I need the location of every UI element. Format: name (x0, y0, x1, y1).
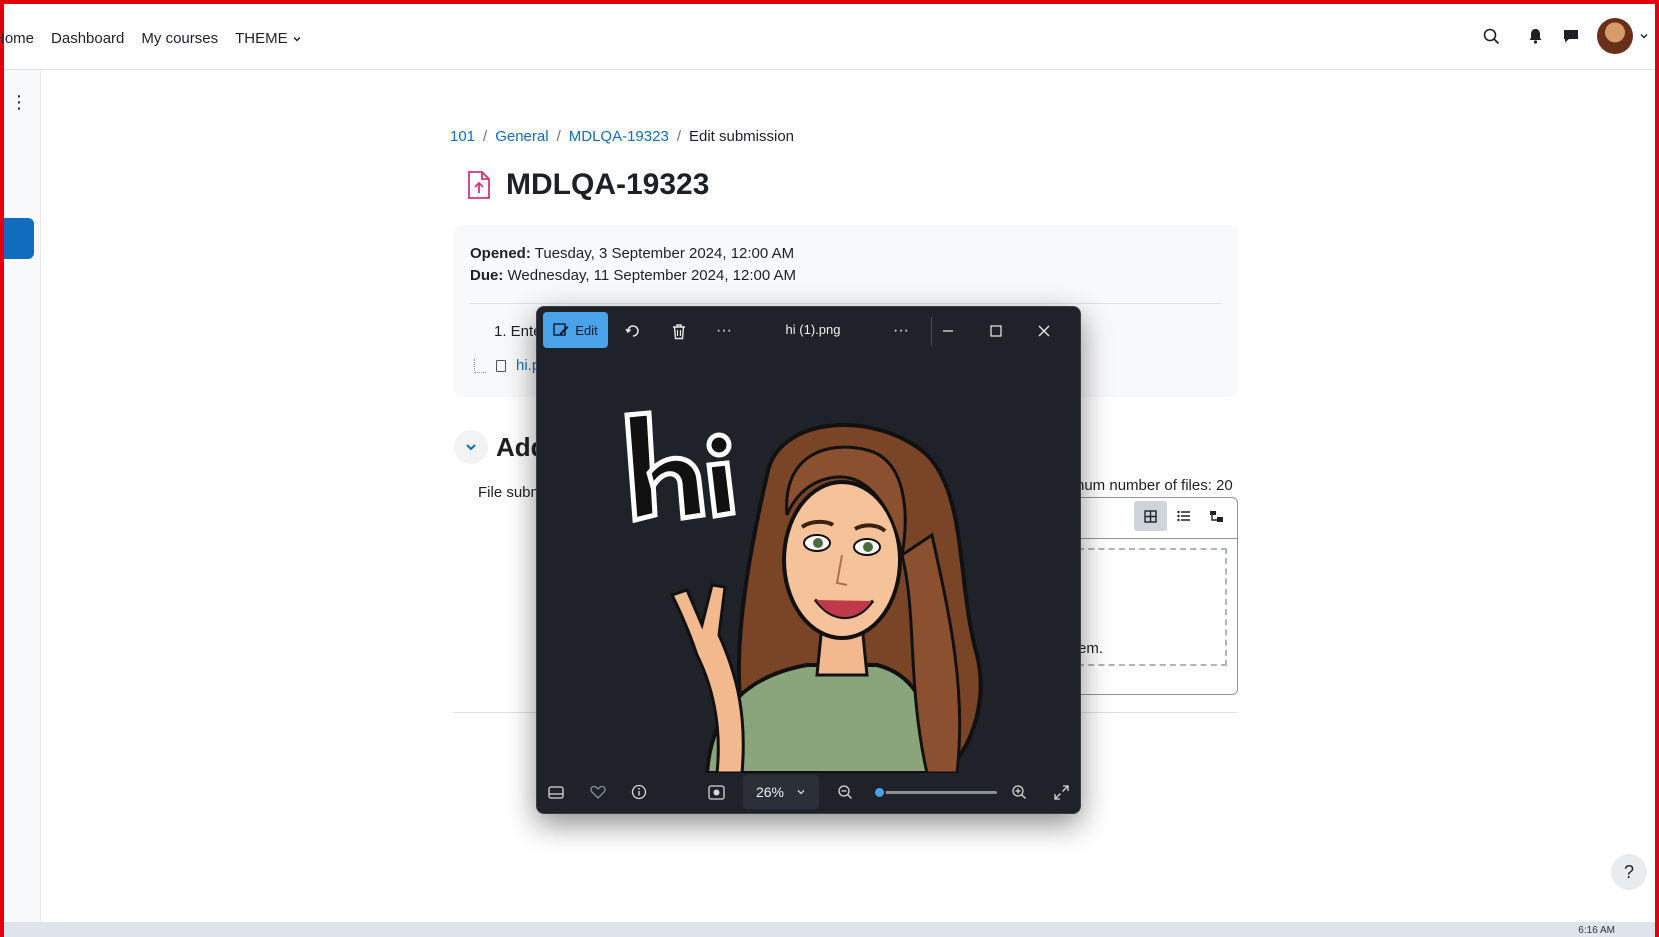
more-options-icon[interactable]: ··· (708, 315, 740, 347)
file-drop-zone[interactable]: em. (1078, 548, 1227, 666)
tree-connector (474, 358, 486, 373)
grid-view-icon[interactable] (1134, 501, 1167, 531)
collapse-section-button[interactable] (454, 430, 488, 464)
list-view-icon[interactable] (1167, 501, 1200, 531)
breadcrumb-separator: / (556, 128, 561, 145)
page-header: MDLQA-19323 (466, 168, 709, 202)
nav-theme[interactable]: THEME (235, 30, 302, 47)
bell-icon[interactable] (1517, 18, 1553, 54)
search-icon[interactable] (1473, 18, 1509, 54)
due-label: Due: (470, 267, 504, 284)
zoom-out-icon[interactable] (830, 777, 860, 807)
breadcrumb-activity[interactable]: MDLQA-19323 (569, 128, 669, 145)
nav-dashboard[interactable]: Dashboard (51, 30, 124, 47)
course-index-drawer: ⋮ (4, 70, 41, 926)
opened-label: Opened: (470, 245, 531, 262)
chat-icon[interactable] (1553, 18, 1589, 54)
zoom-slider-thumb[interactable] (873, 786, 886, 799)
divider (470, 303, 1222, 304)
divider (1078, 538, 1237, 539)
breadcrumb-separator: / (483, 128, 488, 145)
upload-file-icon (468, 171, 490, 199)
edit-button[interactable]: Edit (543, 312, 608, 348)
hi-lettering-artwork (624, 410, 736, 524)
drop-zone-text: em. (1078, 640, 1104, 657)
file-submissions-label: File subm (478, 484, 544, 501)
breadcrumb: 101 / General / MDLQA-19323 / Edit submi… (450, 128, 794, 145)
filmstrip-icon[interactable] (541, 777, 571, 807)
os-taskbar: 6:16 AM (4, 922, 1655, 937)
actual-size-icon[interactable] (701, 777, 731, 807)
section-header: Add (454, 430, 547, 464)
chevron-down-icon (797, 790, 805, 795)
favorite-icon[interactable] (583, 777, 613, 807)
drawer-toggle-button[interactable] (4, 218, 34, 259)
nav-home[interactable]: Home (0, 30, 34, 47)
fullscreen-icon[interactable] (1046, 777, 1076, 807)
rotate-icon[interactable] (617, 315, 649, 347)
help-icon[interactable]: ? (1611, 854, 1647, 890)
info-icon[interactable] (624, 777, 654, 807)
zoom-in-icon[interactable] (1004, 777, 1034, 807)
edit-image-icon (553, 323, 569, 336)
user-navigation (1473, 18, 1655, 54)
zoom-level-dropdown[interactable]: 26% (743, 775, 819, 809)
breadcrumb-course[interactable]: 101 (450, 128, 475, 145)
instruction-text: 1. Ente (494, 323, 542, 340)
delete-icon[interactable] (663, 315, 695, 347)
edit-button-label: Edit (575, 322, 598, 338)
top-navbar: Home Dashboard My courses THEME (0, 4, 1655, 70)
taskbar-clock: 6:16 AM (1578, 925, 1615, 936)
chevron-down-icon (466, 444, 476, 451)
breadcrumb-separator: / (676, 128, 681, 145)
opened-value: Tuesday, 3 September 2024, 12:00 AM (534, 245, 795, 262)
zoom-slider[interactable] (873, 786, 997, 799)
displayed-image (624, 410, 983, 775)
viewer-bottom-toolbar: 26% (537, 771, 1080, 813)
file-manager: em. (1078, 497, 1238, 695)
page-title: MDLQA-19323 (506, 168, 710, 201)
opened-date: Opened: Tuesday, 3 September 2024, 12:00… (470, 245, 794, 262)
kebab-icon[interactable]: ⋮ (10, 92, 28, 113)
max-files-note: num number of files: 20 (1076, 477, 1233, 494)
zoom-level-value: 26% (755, 784, 785, 800)
image-filename: hi (1).png (785, 322, 841, 337)
nav-theme-label: THEME (235, 30, 288, 47)
chevron-down-icon (293, 36, 301, 41)
image-canvas[interactable] (537, 355, 1080, 775)
nav-my-courses[interactable]: My courses (141, 30, 218, 47)
photo-viewer-window: Edit ··· hi (1).png ··· 26% (536, 306, 1081, 814)
attachment-link[interactable]: hi.p (474, 357, 540, 374)
maximize-icon[interactable] (980, 315, 1012, 347)
breadcrumb-section[interactable]: General (495, 128, 548, 145)
primary-navigation: Home Dashboard My courses THEME (0, 30, 302, 47)
close-icon[interactable] (1028, 315, 1060, 347)
avatar-chevron-down-icon[interactable] (1633, 18, 1655, 54)
file-icon (496, 359, 506, 372)
breadcrumb-current: Edit submission (688, 128, 795, 145)
minimize-icon[interactable] (932, 315, 964, 347)
viewer-titlebar: Edit ··· hi (1).png ··· (537, 307, 1080, 355)
due-value: Wednesday, 11 September 2024, 12:00 AM (507, 267, 797, 284)
avatar[interactable] (1597, 18, 1633, 54)
tree-view-icon[interactable] (1200, 501, 1233, 531)
file-manager-view-toolbar (1134, 501, 1233, 531)
due-date: Due: Wednesday, 11 September 2024, 12:00… (470, 267, 796, 284)
more-options-icon[interactable]: ··· (885, 315, 917, 347)
